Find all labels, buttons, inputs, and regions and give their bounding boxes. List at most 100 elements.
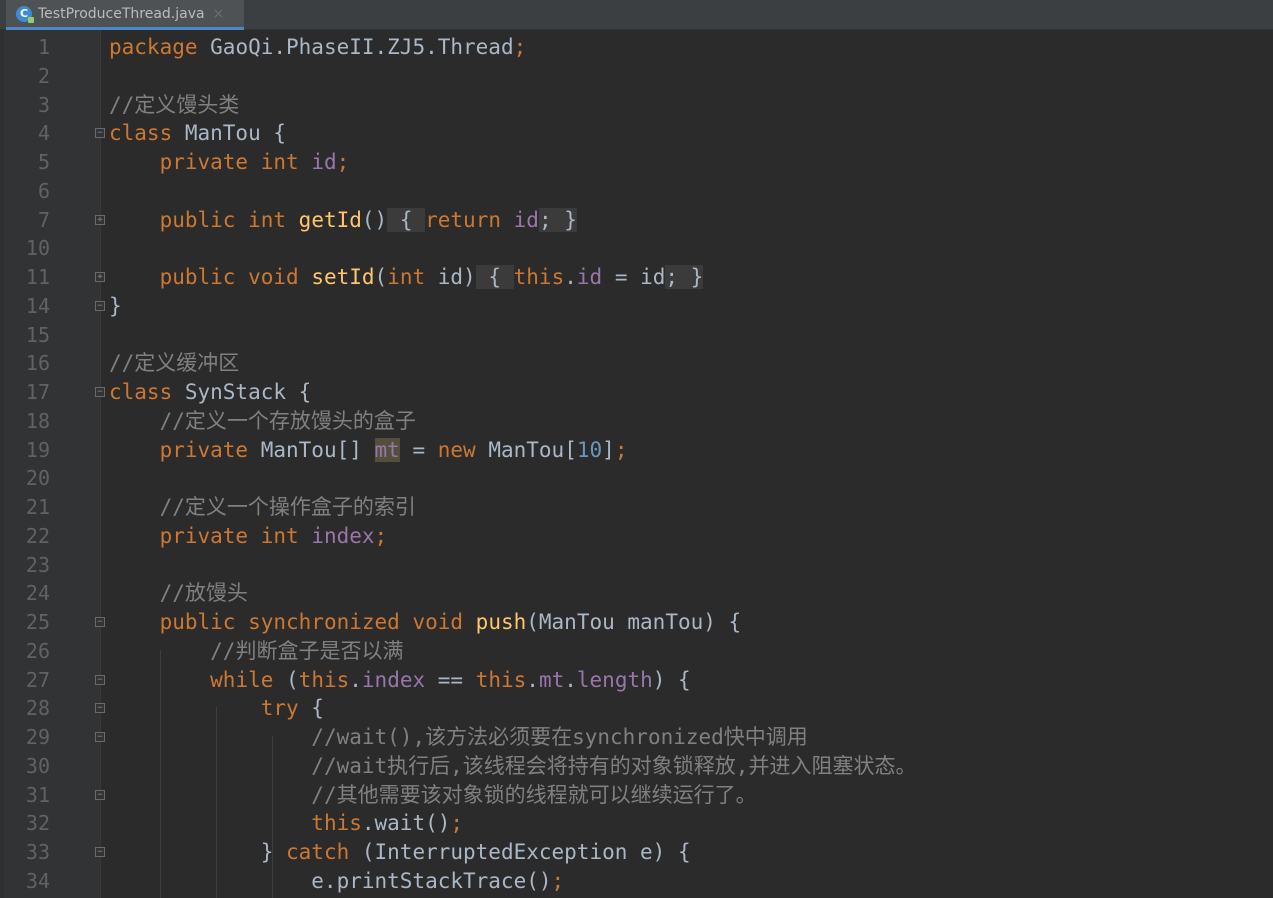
code-token: ManTou[ (475, 437, 577, 462)
code-token: mt (538, 667, 565, 692)
code-line[interactable]: 14 −} (0, 292, 1273, 321)
line-number: 22 (25, 523, 50, 548)
fold-collapse-icon[interactable]: − (95, 300, 105, 311)
code-line[interactable]: 28 − try { (0, 694, 1273, 723)
fold-collapse-icon[interactable]: − (95, 732, 105, 742)
code-line[interactable]: 19 private ManTou[] mt = new ManTou[10]; (0, 436, 1273, 465)
code-line[interactable]: 3 //定义馒头类 (0, 91, 1273, 120)
code-text: //其他需要该对象锁的线程就可以继续运行了。 (109, 781, 756, 810)
code-token: int (387, 265, 426, 289)
code-text: //判断盒子是否以满 (109, 637, 403, 666)
code-line[interactable]: 23 (0, 551, 1273, 580)
close-icon[interactable]: × (213, 6, 225, 22)
fold-collapse-icon[interactable]: − (95, 703, 105, 714)
code-token: index (311, 523, 375, 548)
code-line[interactable]: 22 private int index; (0, 522, 1273, 551)
code-token: e.printStackTrace() (109, 868, 552, 893)
code-token: { (298, 696, 324, 721)
line-number: 17 (25, 380, 50, 404)
line-number: 26 (25, 638, 50, 663)
code-line[interactable]: 34 e.printStackTrace(); (0, 867, 1273, 896)
code-line[interactable]: 6 (0, 177, 1273, 206)
code-token: private int (159, 523, 299, 548)
code-token: ; (336, 150, 350, 174)
code-token: GaoQi.PhaseII.ZJ5.Thread (197, 35, 514, 59)
code-token: //定义一个存放馒头的盒子 (159, 408, 416, 433)
code-editor[interactable]: 1 package GaoQi.PhaseII.ZJ5.Thread; 2 3//定义… (0, 30, 1273, 898)
code-token: } (109, 293, 122, 318)
fold-expand-icon[interactable]: + (95, 272, 105, 282)
fold-expand-icon[interactable]: + (95, 214, 105, 225)
file-tab[interactable]: C TestProduceThread.java × (6, 0, 244, 30)
code-text: while (this.index == this.mt.length) { (109, 666, 691, 695)
code-line[interactable]: 7 + public int getId() { return id; } (0, 206, 1273, 235)
code-token: //定义一个操作盒子的索引 (159, 495, 416, 519)
code-token: ; (614, 437, 628, 462)
code-line[interactable]: 32 this.wait(); (0, 809, 1273, 838)
code-text: } catch (InterruptedException e) { (109, 838, 691, 867)
code-line[interactable]: 30 //wait执行后,该线程会将持有的对象锁释放,并进入阻塞状态。 (0, 752, 1273, 781)
code-line[interactable]: 25 − public synchronized void push(ManTou… (0, 608, 1273, 637)
line-number: 2 (37, 63, 50, 88)
code-line[interactable]: 20 (0, 464, 1273, 493)
fold-collapse-icon[interactable]: − (95, 847, 105, 857)
code-line[interactable]: 18 //定义一个存放馒头的盒子 (0, 407, 1273, 436)
code-text: public int getId() { return id; } (109, 206, 577, 235)
code-text: //放馒头 (109, 579, 248, 608)
code-line[interactable]: 29 − //wait(),该方法必须要在synchronized快中调用 (0, 723, 1273, 752)
code-token: ] (602, 437, 615, 462)
fold-collapse-icon[interactable]: − (95, 789, 105, 800)
code-line[interactable]: 21 //定义一个操作盒子的索引 (0, 493, 1273, 522)
code-token: == (425, 667, 476, 692)
code-line[interactable]: 27− while (this.index == this.mt.length)… (0, 666, 1273, 695)
code-line[interactable]: 33 − } catch (InterruptedException e) { (0, 838, 1273, 867)
line-number: 30 (25, 753, 50, 778)
code-line[interactable]: 16 //定义缓冲区 (0, 349, 1273, 378)
fold-collapse-icon[interactable]: − (95, 674, 105, 685)
code-line[interactable]: 1 package GaoQi.PhaseII.ZJ5.Thread; (0, 33, 1273, 62)
code-token: while (210, 667, 274, 692)
code-token: ; } (665, 265, 704, 289)
fold-collapse-icon[interactable]: − (95, 128, 105, 139)
code-line[interactable]: 2 (0, 62, 1273, 91)
code-token: class (109, 380, 173, 404)
code-token: return (425, 207, 501, 232)
code-text: e.printStackTrace(); (109, 867, 564, 896)
code-line[interactable]: 11 + public void setId(int id) { this.id … (0, 263, 1273, 292)
code-token: setId (311, 265, 375, 289)
code-text: class SynStack { (109, 378, 311, 407)
code-line[interactable]: 26 //判断盒子是否以满 (0, 637, 1273, 666)
code-text: class ManTou { (109, 119, 286, 148)
code-line[interactable]: 10 (0, 234, 1273, 263)
line-number: 32 (25, 811, 50, 836)
code-line[interactable]: 4 − class ManTou { (0, 119, 1273, 148)
code-token: new (437, 437, 476, 462)
code-token: class (109, 121, 173, 146)
code-line[interactable]: 31 − //其他需要该对象锁的线程就可以继续运行了。 (0, 781, 1273, 810)
code-line[interactable]: 5 private int id; (0, 148, 1273, 177)
code-token: { (387, 207, 426, 232)
java-class-icon: C (16, 5, 34, 23)
fold-collapse-icon[interactable]: − (95, 617, 105, 627)
code-token: getId (298, 207, 362, 232)
code-text: //定义馒头类 (109, 91, 239, 120)
line-number: 4 (37, 121, 50, 146)
code-line[interactable]: 15 (0, 321, 1273, 350)
code-line[interactable]: 24 //放馒头 (0, 579, 1273, 608)
code-line[interactable]: 17 − class SynStack { (0, 378, 1273, 407)
fold-collapse-icon[interactable]: − (95, 387, 105, 397)
code-token: package (109, 35, 198, 59)
code-token: (ManTou manTou) { (526, 610, 742, 634)
line-number: 20 (25, 466, 50, 491)
